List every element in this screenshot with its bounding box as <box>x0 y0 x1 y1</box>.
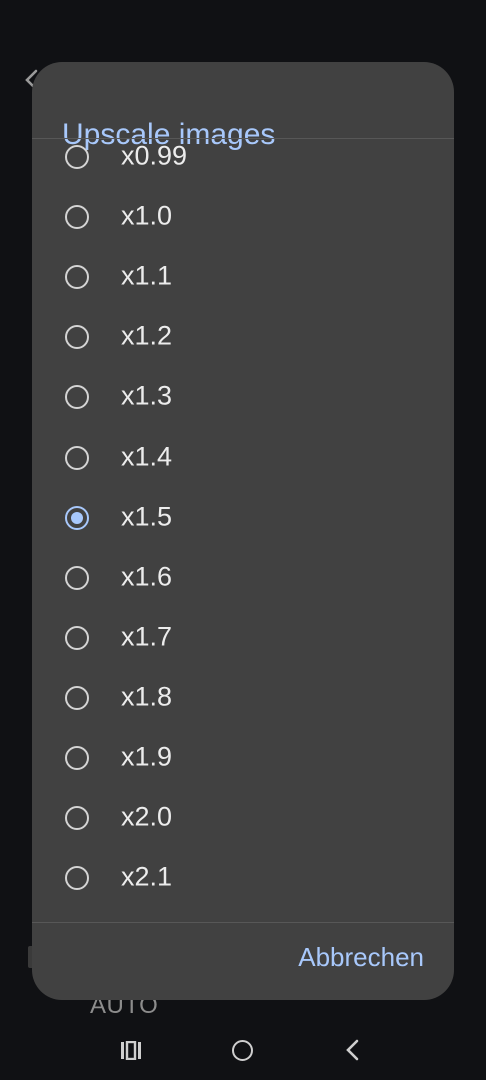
option-item[interactable]: x1.4 <box>32 426 454 486</box>
upscale-images-dialog: Upscale images x0.99 x1.0 x1.1 x1.2 x1.3 x1.4… <box>32 62 454 1000</box>
option-item[interactable]: x1.0 <box>32 186 454 246</box>
option-item[interactable]: x2.1 <box>32 847 454 907</box>
option-label: x1.2 <box>121 320 173 351</box>
recent-apps-icon[interactable] <box>120 1041 142 1060</box>
option-label: x1.3 <box>121 380 173 411</box>
option-label: x0.99 <box>121 140 188 171</box>
options-list[interactable]: x0.99 x1.0 x1.1 x1.2 x1.3 x1.4 x1.5 x1.6 x1.7 x1.… <box>32 139 454 922</box>
option-item[interactable]: x0.99 <box>32 139 454 186</box>
radio-unchecked-icon[interactable] <box>65 745 89 770</box>
radio-unchecked-icon[interactable] <box>65 445 89 470</box>
radio-unchecked-icon[interactable] <box>65 866 89 891</box>
radio-unchecked-icon[interactable] <box>65 145 89 170</box>
option-label: x1.5 <box>121 501 173 532</box>
option-item[interactable]: x1.2 <box>32 306 454 366</box>
radio-unchecked-icon[interactable] <box>65 806 89 831</box>
radio-unchecked-icon[interactable] <box>65 385 89 410</box>
option-label: x1.9 <box>121 741 173 772</box>
option-item[interactable]: x1.7 <box>32 607 454 667</box>
option-label: x1.7 <box>121 621 173 652</box>
option-label: x1.1 <box>121 260 173 291</box>
option-label: x2.1 <box>121 861 173 892</box>
option-label: x2.0 <box>121 801 173 832</box>
back-icon[interactable] <box>345 1039 359 1061</box>
option-item[interactable]: x1.1 <box>32 246 454 306</box>
option-item[interactable]: x1.9 <box>32 727 454 787</box>
radio-unchecked-icon[interactable] <box>65 325 89 350</box>
cancel-button[interactable]: Abbrechen <box>298 942 424 973</box>
option-label: x1.4 <box>121 441 173 472</box>
option-item[interactable]: x2.0 <box>32 787 454 847</box>
option-item[interactable]: x1.3 <box>32 366 454 426</box>
radio-unchecked-icon[interactable] <box>65 625 89 650</box>
radio-unchecked-icon[interactable] <box>65 205 89 230</box>
option-item[interactable]: x1.6 <box>32 547 454 607</box>
divider <box>32 922 454 923</box>
option-item[interactable]: x1.5 <box>32 487 454 547</box>
option-label: x1.8 <box>121 681 173 712</box>
navigation-bar <box>0 1022 486 1080</box>
radio-checked-icon[interactable] <box>65 505 89 530</box>
radio-unchecked-icon[interactable] <box>65 685 89 710</box>
option-label: x1.6 <box>121 561 173 592</box>
radio-unchecked-icon[interactable] <box>65 565 89 590</box>
dialog-header: Upscale images <box>32 62 454 151</box>
option-item[interactable]: x1.8 <box>32 667 454 727</box>
radio-unchecked-icon[interactable] <box>65 265 89 290</box>
home-icon[interactable] <box>232 1040 253 1061</box>
option-label: x1.0 <box>121 200 173 231</box>
